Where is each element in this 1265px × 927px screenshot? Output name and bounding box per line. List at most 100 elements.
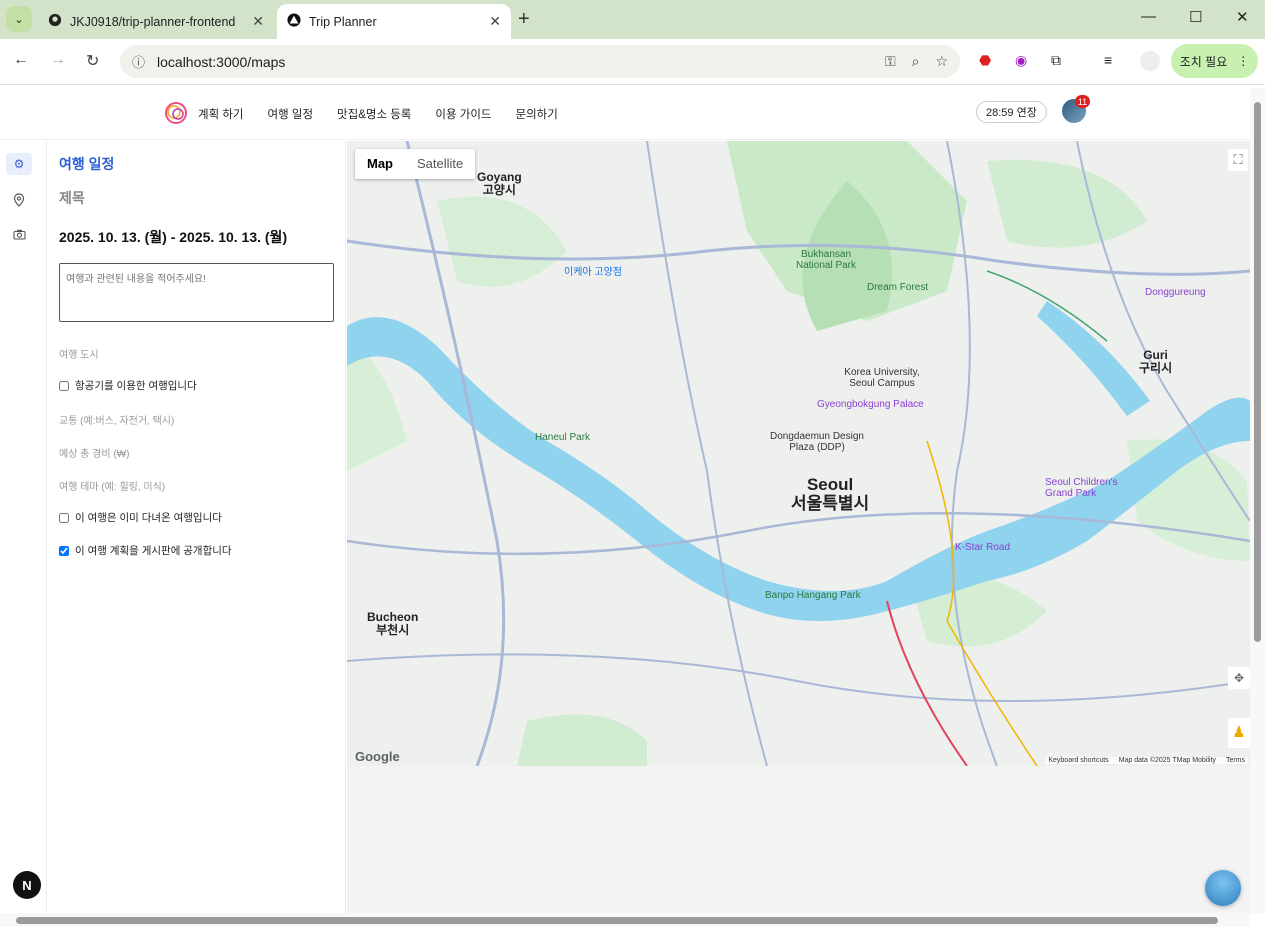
guri-ko: 구리시	[1139, 361, 1173, 375]
tab-github[interactable]: JKJ0918/trip-planner-frontend ✕	[38, 4, 274, 39]
media-control-icon[interactable]: ≡	[1104, 52, 1112, 68]
map-type-map[interactable]: Map	[355, 149, 405, 179]
transport-field[interactable]: 교통 (예:버스, 자전거, 택시)	[59, 412, 174, 427]
scroll-thumb[interactable]	[1254, 102, 1261, 642]
keyboard-shortcuts-link[interactable]: Keyboard shortcuts	[1048, 757, 1108, 764]
app-logo-icon[interactable]	[163, 100, 189, 126]
seoul-en: Seoul	[806, 475, 854, 494]
trip-panel: 여행 일정 제목 2025. 10. 13. (월) - 2025. 10. 1…	[47, 141, 346, 913]
flight-checkbox-row[interactable]: 항공기를 이용한 여행입니다	[59, 378, 197, 393]
move-icon: ✥	[1233, 671, 1245, 685]
new-tab-icon[interactable]: +	[518, 8, 530, 31]
public-checkbox[interactable]	[59, 545, 69, 556]
address-bar[interactable]: ⓘ localhost:3000/maps ⚿ ⌕ ☆	[120, 45, 960, 78]
map-label-donggureung[interactable]: Donggureung	[1145, 287, 1206, 298]
rail-album[interactable]	[6, 225, 32, 247]
map-type-satellite[interactable]: Satellite	[405, 149, 475, 179]
memo-field[interactable]	[59, 263, 334, 322]
map-label-banpo[interactable]: Banpo Hangang Park	[765, 590, 861, 601]
scroll-thumb[interactable]	[16, 917, 1218, 924]
back-icon[interactable]: ←	[13, 51, 29, 69]
chatbot-launcher-button[interactable]	[1205, 870, 1241, 906]
app-favicon-icon	[287, 13, 301, 30]
tab-trip-planner[interactable]: Trip Planner ✕	[277, 4, 511, 39]
rail-places[interactable]	[6, 190, 32, 212]
extensions-puzzle-icon[interactable]: ⧉	[1051, 52, 1061, 69]
theme-field[interactable]: 여행 테마 (예: 힐링, 미식)	[59, 478, 165, 493]
flight-label: 항공기를 이용한 여행입니다	[75, 380, 197, 392]
visited-checkbox-row[interactable]: 이 여행은 이미 다녀온 여행입니다	[59, 510, 222, 525]
map-label-dream-forest[interactable]: Dream Forest	[867, 282, 928, 293]
app-header: 계획 하기 여행 일정 맛집&명소 등록 이용 가이드 문의하기 28:59 연…	[0, 85, 1250, 140]
map-label-childrens-park[interactable]: Seoul Children's Grand Park	[1045, 477, 1125, 499]
map-label-gyeongbokgung[interactable]: Gyeongbokgung Palace	[817, 399, 924, 410]
map-label-ddp[interactable]: Dongdaemun Design Plaza (DDP)	[767, 431, 867, 453]
session-timer-button[interactable]: 28:59 연장	[976, 101, 1047, 123]
map-label-guri: Guri 구리시	[1139, 349, 1172, 375]
map-canvas[interactable]: Map Satellite ⛶ Goyang 고양시 Guri 구리시 Buch…	[347, 141, 1250, 766]
adblock-extension-icon[interactable]: ⬣	[979, 52, 991, 69]
map-label-kstar-road[interactable]: K-Star Road	[955, 542, 1010, 553]
fullscreen-button[interactable]: ⛶	[1228, 149, 1248, 171]
rail-settings[interactable]: ⚙	[6, 153, 32, 175]
trip-dates[interactable]: 2025. 10. 13. (월) - 2025. 10. 13. (월)	[59, 227, 287, 247]
github-icon	[48, 13, 62, 30]
google-logo[interactable]: Google	[355, 749, 400, 764]
nav-contact[interactable]: 문의하기	[516, 106, 558, 122]
city-field[interactable]: 여행 도시	[59, 346, 99, 361]
close-icon[interactable]: ✕	[489, 13, 501, 30]
profile-icon[interactable]	[1140, 51, 1160, 71]
map-label-ikea[interactable]: 이케아 고양점	[564, 263, 622, 278]
map-label-seoul: Seoul 서울특별시	[791, 475, 869, 513]
nav-register-places[interactable]: 맛집&명소 등록	[337, 106, 411, 122]
terms-link[interactable]: Terms	[1226, 757, 1245, 764]
tab-strip: ⌄ JKJ0918/trip-planner-frontend ✕ Trip P…	[0, 0, 1265, 39]
street-view-pegman[interactable]: ♟	[1228, 718, 1250, 748]
visited-label: 이 여행은 이미 다녀온 여행입니다	[75, 512, 222, 524]
close-icon[interactable]: ✕	[252, 13, 264, 30]
flight-checkbox[interactable]	[59, 380, 69, 391]
panel-title: 여행 일정	[59, 156, 115, 172]
content-area-below-map	[347, 766, 1250, 913]
minimize-icon[interactable]: —	[1141, 8, 1156, 25]
map-label-korea-university[interactable]: Korea University, Seoul Campus	[837, 367, 927, 389]
map-label-haneul-park[interactable]: Haneul Park	[535, 432, 590, 443]
map-tiles[interactable]	[347, 141, 1250, 766]
visited-checkbox[interactable]	[59, 512, 69, 523]
main-nav: 계획 하기 여행 일정 맛집&명소 등록 이용 가이드 문의하기	[198, 106, 558, 122]
pegman-icon: ♟	[1232, 724, 1246, 741]
map-data-text: Map data ©2025 TMap Mobility	[1118, 757, 1216, 764]
horizontal-scrollbar[interactable]	[0, 913, 1250, 927]
nav-guide[interactable]: 이용 가이드	[435, 106, 491, 122]
bookmark-star-icon[interactable]: ☆	[935, 53, 948, 70]
public-checkbox-row[interactable]: 이 여행 계획을 게시판에 공개합니다	[59, 543, 232, 558]
trip-title-field[interactable]: 제목	[59, 188, 85, 208]
map-label-bukhansan[interactable]: Bukhansan National Park	[791, 249, 861, 271]
maximize-icon[interactable]: ☐	[1189, 8, 1202, 26]
notification-badge: 11	[1075, 95, 1090, 108]
goyang-ko: 고양시	[482, 183, 516, 197]
extension-icon[interactable]: ◉	[1015, 52, 1027, 69]
map-label-goyang: Goyang 고양시	[477, 171, 522, 197]
password-key-icon[interactable]: ⚿	[885, 53, 896, 70]
nav-plan[interactable]: 계획 하기	[198, 106, 244, 122]
more-vert-icon: ⋮	[1237, 54, 1250, 68]
budget-field[interactable]: 예상 총 경비 (₩)	[59, 445, 129, 460]
map-camera-control[interactable]: ✥	[1228, 667, 1250, 689]
tab-search-button[interactable]: ⌄	[6, 6, 32, 32]
zoom-icon[interactable]: ⌕	[912, 53, 920, 70]
nextjs-devtools-button[interactable]: N	[13, 871, 41, 899]
gear-icon: ⚙	[13, 157, 25, 171]
fullscreen-icon: ⛶	[1233, 152, 1243, 167]
window-close-icon[interactable]: ✕	[1236, 8, 1249, 26]
action-required-button[interactable]: 조치 필요 ⋮	[1171, 44, 1258, 78]
tab-title: Trip Planner	[309, 14, 377, 29]
reload-icon[interactable]: ↻	[86, 51, 99, 71]
tab-title: JKJ0918/trip-planner-frontend	[70, 14, 236, 29]
bucheon-ko: 부천시	[376, 623, 410, 637]
forward-icon[interactable]: →	[50, 51, 66, 69]
nav-schedule[interactable]: 여행 일정	[268, 106, 314, 122]
nextjs-icon: N	[22, 877, 32, 893]
vertical-scrollbar[interactable]	[1250, 88, 1265, 913]
site-info-icon[interactable]: ⓘ	[132, 52, 145, 71]
